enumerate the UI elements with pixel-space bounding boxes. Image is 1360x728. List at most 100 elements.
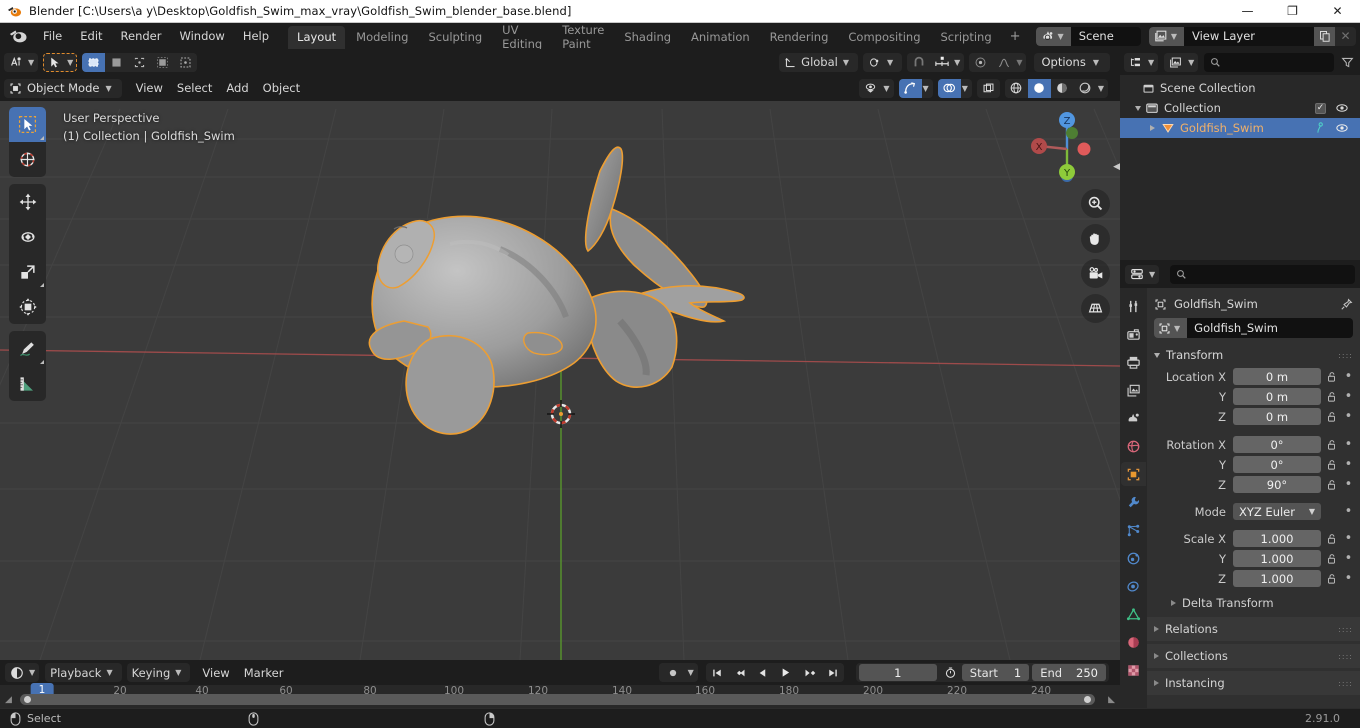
select-box-dashed-icon[interactable] (174, 52, 198, 72)
relations-panel[interactable]: Relations :::: (1147, 617, 1360, 641)
timeline-view-menu[interactable]: View (195, 664, 236, 682)
snapping-group[interactable]: ▼ (907, 52, 965, 72)
play-button[interactable] (773, 663, 798, 682)
object-name-field[interactable]: ▼ Goldfish_Swim (1154, 318, 1353, 338)
outliner-row-scene-collection[interactable]: Scene Collection (1120, 78, 1360, 98)
tab-modeling[interactable]: Modeling (347, 26, 417, 49)
zoom-view-icon[interactable] (1081, 189, 1110, 218)
3d-viewport[interactable]: User Perspective (1) Collection | Goldfi… (0, 49, 1120, 660)
scale-y-lock-icon[interactable] (1321, 553, 1341, 565)
scale-z-lock-icon[interactable] (1321, 573, 1341, 585)
tab-sculpting[interactable]: Sculpting (419, 26, 491, 49)
properties-tab-particles[interactable] (1121, 518, 1146, 542)
view-layer-display-icon[interactable] (1164, 52, 1188, 72)
camera-view-icon[interactable] (1081, 259, 1110, 288)
object-visibility-eye-icon[interactable] (1335, 122, 1349, 134)
move-view-icon[interactable] (1081, 224, 1110, 253)
collection-checkbox[interactable]: ✓ (1315, 102, 1326, 114)
jump-to-next-keyframe-button[interactable] (797, 663, 822, 682)
timeline-scrollbar[interactable] (20, 694, 1095, 705)
close-button[interactable]: ✕ (1315, 0, 1360, 23)
viewport-menu-view[interactable]: View (129, 79, 170, 97)
properties-search-input[interactable] (1170, 264, 1355, 284)
scale-y-input[interactable]: 1.000 (1233, 550, 1321, 567)
properties-tab-output[interactable] (1121, 350, 1146, 374)
properties-tab-constraints[interactable] (1121, 574, 1146, 598)
viewport-menu-add[interactable]: Add (219, 79, 255, 97)
scale-z-input[interactable]: 1.000 (1233, 570, 1321, 587)
tool-tweak[interactable] (9, 107, 46, 142)
current-frame-input[interactable]: 1 (858, 664, 937, 681)
viewport-menu-select[interactable]: Select (170, 79, 219, 97)
tab-shading[interactable]: Shading (615, 26, 680, 49)
show-gizmo-icon[interactable] (898, 78, 922, 98)
scroll-right-handle-icon[interactable]: ◣ (1108, 695, 1115, 705)
auto-keying-group[interactable]: ▼ (658, 663, 698, 682)
toggle-orthographic-icon[interactable] (1081, 294, 1110, 323)
scene-name[interactable]: Scene (1070, 26, 1141, 46)
properties-tab-render[interactable] (1121, 322, 1146, 346)
object-name-value[interactable]: Goldfish_Swim (1187, 318, 1353, 338)
pin-icon[interactable] (1340, 298, 1353, 311)
menu-help[interactable]: Help (234, 26, 278, 46)
timeline-editor-type[interactable]: ▼ (5, 663, 40, 682)
scroll-left-handle-icon[interactable]: ◢ (5, 695, 12, 705)
properties-tab-material[interactable] (1121, 630, 1146, 654)
scrollbar-left-knob[interactable] (24, 696, 31, 703)
location-z-lock-icon[interactable] (1321, 411, 1341, 423)
shading-mode-group[interactable]: ▼ (1004, 78, 1108, 98)
proportional-edit-icon[interactable] (969, 52, 993, 72)
rotation-mode-dropdown[interactable]: XYZ Euler ▼ (1233, 503, 1321, 520)
properties-tab-object[interactable] (1121, 462, 1146, 486)
properties-tab-view-layer[interactable] (1121, 378, 1146, 402)
transform-orientation-dropdown[interactable]: Global ▼ (779, 52, 858, 72)
select-box-icon[interactable] (82, 52, 106, 72)
rotation-z-lock-icon[interactable] (1321, 479, 1341, 491)
outliner-row-collection[interactable]: Collection ✓ (1120, 98, 1360, 118)
tool-scale[interactable] (9, 254, 46, 289)
viewport-menu-object[interactable]: Object (256, 79, 307, 97)
rotation-z-input[interactable]: 90° (1233, 476, 1321, 493)
location-y-input[interactable]: 0 m (1233, 388, 1321, 405)
properties-tab-object-data[interactable] (1121, 602, 1146, 626)
jump-to-start-button[interactable] (705, 663, 728, 682)
play-reverse-button[interactable] (751, 663, 774, 682)
select-mode-group[interactable] (82, 52, 198, 72)
editor-type-icon[interactable] (4, 52, 27, 72)
scale-x-input[interactable]: 1.000 (1233, 530, 1321, 547)
proportional-editing-group[interactable]: ▼ (969, 52, 1027, 72)
new-view-layer-button[interactable] (1314, 26, 1335, 46)
rendered-shading-icon[interactable] (1073, 78, 1097, 98)
start-frame-field[interactable]: Start 1 (961, 664, 1030, 681)
tool-annotate[interactable] (9, 331, 46, 366)
outliner-icon[interactable] (1124, 52, 1147, 72)
material-preview-icon[interactable] (1050, 78, 1074, 98)
location-x-input[interactable]: 0 m (1233, 368, 1321, 385)
tab-compositing[interactable]: Compositing (839, 26, 929, 49)
tab-animation[interactable]: Animation (682, 26, 759, 49)
object-mode-dropdown[interactable]: Object Mode ▼ (4, 78, 122, 98)
outliner-display-mode[interactable]: ▼ (1164, 52, 1199, 72)
tab-layout[interactable]: Layout (288, 25, 346, 49)
cursor-tool-icon[interactable] (43, 52, 67, 72)
object-visibility-icon[interactable] (859, 78, 883, 98)
view-axis-gizmo[interactable]: Z Y X (1022, 104, 1112, 194)
properties-tab-physics[interactable] (1121, 546, 1146, 570)
maximize-button[interactable]: ❐ (1270, 0, 1315, 23)
scrollbar-right-knob[interactable] (1084, 696, 1091, 703)
snap-magnet-icon[interactable] (907, 52, 931, 72)
properties-icon[interactable] (1125, 264, 1148, 284)
mesh-data-icon[interactable] (1313, 121, 1326, 135)
select-circle-icon[interactable] (151, 52, 175, 72)
tool-measure[interactable] (9, 366, 46, 401)
rotation-x-input[interactable]: 0° (1233, 436, 1321, 453)
tool-transform[interactable] (9, 289, 46, 324)
select-tweak-icon[interactable] (105, 52, 129, 72)
remove-view-layer-button[interactable]: ✕ (1335, 27, 1356, 46)
blender-menu-icon[interactable] (8, 26, 28, 46)
editor-type-selector[interactable]: ▼ (4, 52, 39, 72)
pivot-point-dropdown[interactable]: ▼ (863, 52, 903, 72)
rotation-y-lock-icon[interactable] (1321, 459, 1341, 471)
chevron-down-icon[interactable] (1135, 105, 1141, 111)
falloff-curve-icon[interactable] (992, 52, 1016, 72)
